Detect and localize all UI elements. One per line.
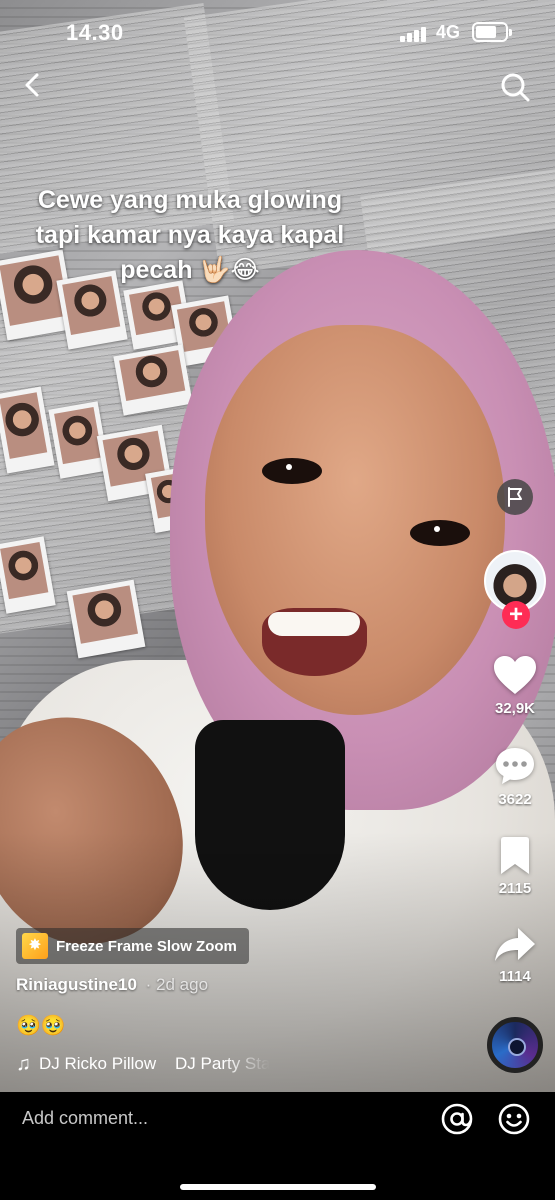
signal-strength-icon: [400, 26, 428, 42]
share-button[interactable]: 1114: [480, 926, 550, 985]
smiley-icon: [498, 1103, 530, 1135]
post-time: · 2d ago: [145, 975, 209, 994]
emoji-button[interactable]: [497, 1102, 531, 1136]
report-button[interactable]: [497, 479, 533, 515]
network-type: 4G: [436, 22, 461, 42]
author-username[interactable]: Riniagustine10: [16, 975, 137, 994]
search-button[interactable]: [498, 70, 532, 104]
comment-input[interactable]: Add comment...: [22, 1108, 148, 1129]
flag-icon: [508, 487, 522, 507]
comment-button[interactable]: 3622: [480, 745, 550, 808]
share-count: 1114: [499, 968, 531, 985]
back-button[interactable]: [18, 70, 48, 100]
at-sign-icon: [441, 1103, 473, 1135]
effect-tag[interactable]: ✸ Freeze Frame Slow Zoom: [16, 928, 249, 964]
video-caption-overlay: Cewe yang muka glowing tapi kamar nya ka…: [35, 186, 345, 284]
wall-photo: [66, 579, 146, 659]
author-row: Riniagustine10 · 2d ago: [16, 975, 208, 995]
status-bar: 14.30 4G: [0, 0, 555, 64]
effect-label: Freeze Frame Slow Zoom: [56, 937, 237, 955]
person-eye: [410, 520, 470, 546]
music-disc-icon[interactable]: [487, 1017, 543, 1073]
music-row[interactable]: ♫ DJ Ricko Pillow DJ Party Sta: [16, 1052, 288, 1076]
person-teeth: [268, 612, 360, 636]
person-eye: [262, 458, 322, 484]
music-title: DJ Ricko Pillow DJ Party Sta: [39, 1054, 271, 1073]
bookmark-button[interactable]: 2115: [480, 836, 550, 897]
home-indicator: [180, 1184, 376, 1190]
bookmark-count: 2115: [498, 880, 532, 897]
comment-bar: Add comment...: [0, 1092, 555, 1200]
follow-button[interactable]: +: [502, 601, 530, 629]
like-button[interactable]: 32,9K: [480, 654, 550, 717]
mention-button[interactable]: [440, 1102, 474, 1136]
share-arrow-icon: [495, 928, 535, 961]
bookmark-icon: [501, 837, 529, 874]
battery-icon: [472, 22, 512, 42]
chevron-left-icon: [25, 73, 39, 97]
effect-icon: ✸: [22, 933, 48, 959]
comment-bubble-icon: [496, 748, 534, 784]
comment-count: 3622: [498, 791, 532, 808]
video-description: 🥹🥹: [16, 1015, 66, 1037]
music-note-icon: ♫: [16, 1052, 31, 1075]
search-icon: [501, 73, 530, 102]
heart-icon: [494, 656, 536, 694]
like-count: 32,9K: [494, 700, 536, 717]
status-time: 14.30: [66, 20, 124, 45]
wall-photo: [113, 344, 193, 416]
